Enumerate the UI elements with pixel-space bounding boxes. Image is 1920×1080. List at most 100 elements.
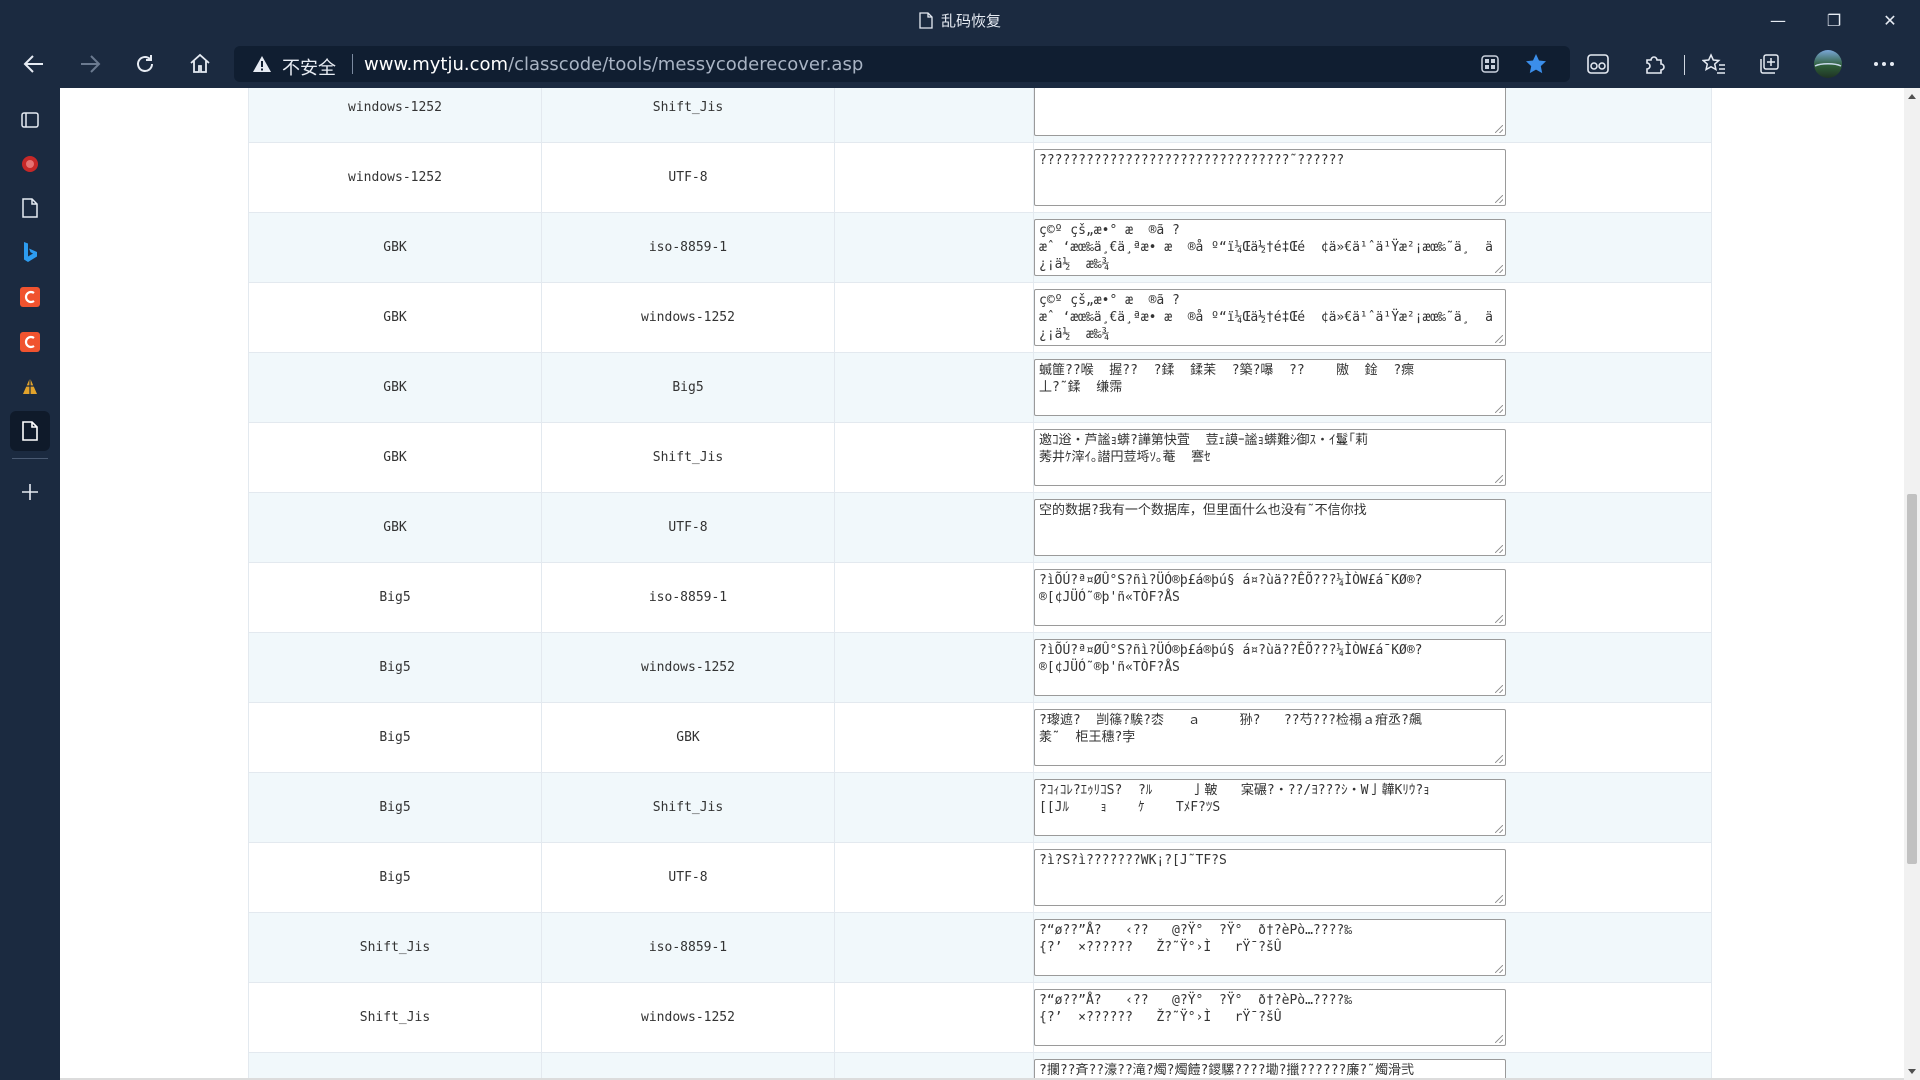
reload-button[interactable] [125,44,165,84]
target-encoding: iso-8859-1 [648,940,728,955]
scrollbar-thumb[interactable] [1907,494,1917,864]
result-textarea[interactable]: ?ìÕÚ?ª¤ØÛ°S?ñì?ÜÓ®þ£á®þú§ á¤?ùä??ÊÕ???¼Ì… [1034,569,1506,626]
tab-actions-icon [21,112,39,128]
spacer-cell [834,1052,1034,1078]
ellipsis-icon [1874,62,1894,66]
sidebar-tab-6[interactable] [10,367,50,407]
target-encoding-cell: UTF-8 [541,142,835,213]
source-encoding-cell: GBK [248,212,542,283]
source-encoding-cell: Shift_Jis [248,982,542,1053]
result-textarea[interactable]: 蝛篚??喉 握?? ?鍒 鍒苿 ?築?嚗 ?? 隞 鍂 ?瘝 丄?˜鍒 缣霈 [1034,359,1506,416]
scroll-up-arrow-icon[interactable] [1908,94,1916,99]
window-title-area: 乱码恢复 [0,0,1920,40]
target-encoding-cell: iso-8859-1 [541,912,835,983]
spacer-cell [834,772,1034,843]
result-textarea[interactable]: 邀ｺ逧・芦謐ｮ蠎?譁第快萓 荳ｪ謨ｰ謐ｮ蠎難ｼ御ｽ・ｲ鬘｢莉 莠井ｹ滓ｲ｡譛円荳… [1034,429,1506,486]
bing-icon [24,242,37,262]
results-table-body: windows-1252 Shift_Jis windows-1252 UTF-8??… [248,88,1712,1078]
title-bar: 乱码恢复 — ❐ ✕ [0,0,1920,40]
document-icon [919,11,933,29]
target-encoding: windows-1252 [641,660,735,675]
forward-button[interactable] [70,44,110,84]
target-encoding: windows-1252 [641,310,735,325]
result-cell: ?攔??斉??濠??滝?燭?燭饐?鑁騾????墈?擸??????廉?˜燭滑弐 燭… [1033,1052,1712,1078]
result-textarea[interactable]: 空的数据?我有一个数据库，但里面什么也没有˜不信你找 [1034,499,1506,556]
result-textarea[interactable]: ?“ø??”Å? ‹?? @?Ÿ° ?Ÿ° ð†?èPò…????‰ {?’ ×… [1034,989,1506,1046]
url-text[interactable]: www.mytju.com/classcode/tools/messycoder… [364,54,863,75]
extensions-button[interactable] [1634,44,1674,84]
puzzle-icon [1646,56,1665,74]
source-encoding-cell: GBK [248,282,542,353]
spacer-cell [834,632,1034,703]
sidebar-tab-active[interactable] [10,411,50,451]
result-cell: 空的数据?我有一个数据库，但里面什么也没有˜不信你找 [1033,492,1712,563]
target-encoding: Shift_Jis [652,100,724,115]
favorites-button[interactable] [1694,44,1734,84]
minimize-button[interactable]: — [1750,0,1806,40]
sidebar-tab-3[interactable] [10,232,50,272]
vertical-scrollbar[interactable] [1904,88,1920,1080]
close-button[interactable]: ✕ [1862,0,1918,40]
new-tab-button[interactable] [10,472,50,512]
source-encoding: Big5 [379,730,411,745]
warning-icon[interactable] [252,55,272,73]
close-icon: ✕ [1883,10,1897,30]
favorites-list-icon [1702,53,1725,74]
result-textarea[interactable]: ????????????????????????????????˜?????? [1034,149,1506,206]
security-label[interactable]: 不安全 [282,54,336,80]
spacer-cell [834,422,1034,493]
result-textarea[interactable]: ?ì?S?ì???????WK¡?[J˜TF?S [1034,849,1506,906]
scroll-down-arrow-icon[interactable] [1908,1069,1916,1074]
address-divider [352,54,353,74]
home-button[interactable] [180,44,220,84]
result-textarea[interactable]: ç©º çš„æ•° æ ®ã ? æˆ ‘æœ‰ä¸€ä¸ªæ• æ ®å º… [1034,219,1506,276]
sidebar-divider [12,458,48,459]
c-site-icon [20,287,40,307]
back-button[interactable] [14,44,54,84]
star-icon[interactable] [1524,52,1548,76]
table-row: GBK Shift_Jis 邀ｺ逧・芦謐ｮ蠎?譁第快萓 荳ｪ謨ｰ謐ｮ蠎難ｼ御ｽ・ｲ鬘… [248,422,1712,493]
result-textarea[interactable]: ?“ø??”Å? ‹?? @?Ÿ° ?Ÿ° ð†?èPò…????‰ {?’ ×… [1034,919,1506,976]
url-path: /classcode/tools/messycoderecover.asp [508,54,864,75]
url-host: www.mytju.com [364,54,509,75]
table-row: Big5 iso-8859-1 ?ìÕÚ?ª¤ØÛ°S?ñì?ÜÓ®þ£á®þú§ … [248,562,1712,633]
collections-button[interactable] [1749,44,1789,84]
target-encoding: iso-8859-1 [648,590,728,605]
more-options-button[interactable] [1864,44,1904,84]
target-encoding-cell: UTF-8 [541,492,835,563]
address-bar[interactable]: 不安全 www.mytju.com/classcode/tools/messyc… [234,46,1570,82]
reading-glasses-icon [1587,54,1609,74]
profile-button[interactable] [1808,44,1848,84]
target-encoding-cell: Shift_Jis [541,88,835,143]
result-textarea[interactable]: ?ìÕÚ?ª¤ØÛ°S?ñì?ÜÓ®þ£á®þú§ á¤?ùä??ÊÕ???¼Ì… [1034,639,1506,696]
tab-actions-button[interactable] [10,100,50,140]
target-encoding-cell: iso-8859-1 [541,212,835,283]
target-encoding-cell: windows-1252 [541,982,835,1053]
result-textarea[interactable]: ?ｺｨｺﾚ?ｴｩﾘｺS? ?ﾙ 亅鞁 宲碾?・??/ﾖ???ｼ・W亅韡Kﾘｳ?ｮ… [1034,779,1506,836]
restore-button[interactable]: ❐ [1806,0,1862,40]
source-encoding: GBK [383,310,407,325]
result-textarea[interactable]: ?瓈遮? 剀篠?騃?枩 ａ 狲? ??芍???检禢ａ疳丞?飆 羕˜ 柜王穗?孛 [1034,709,1506,766]
target-encoding: UTF-8 [668,870,708,885]
sidebar-tab-2[interactable] [10,188,50,228]
source-encoding: Big5 [379,590,411,605]
sidebar-tab-4[interactable] [10,277,50,317]
spacer-cell [834,352,1034,423]
result-textarea[interactable] [1034,88,1506,136]
spacer-cell [834,88,1034,143]
source-encoding-cell: Shift_Jis [248,1052,542,1078]
source-encoding: Big5 [379,870,411,885]
app-grid-icon[interactable] [1480,54,1500,74]
result-cell: 蝛篚??喉 握?? ?鍒 鍒苿 ?築?嚗 ?? 隞 鍂 ?瘝 丄?˜鍒 缣霈 [1033,352,1712,423]
c-site-icon-2 [20,332,40,352]
sidebar-tab-1[interactable] [10,144,50,184]
reading-mode-button[interactable] [1578,44,1618,84]
spacer-cell [834,212,1034,283]
result-textarea[interactable]: ?攔??斉??濠??滝?燭?燭饐?鑁騾????墈?擸??????廉?˜燭滑弐 燭… [1034,1059,1506,1078]
result-textarea[interactable]: ç©º çš„æ•° æ ®ã ? æˆ ‘æœ‰ä¸€ä¸ªæ• æ ®å º… [1034,289,1506,346]
restore-icon: ❐ [1826,10,1842,30]
result-cell: ?瓈遮? 剀篠?騃?枩 ａ 狲? ??芍???检禢ａ疳丞?飆 羕˜ 柜王穗?孛 [1033,702,1712,773]
arrow-left-icon [23,55,43,73]
sidebar-tab-5[interactable] [10,322,50,362]
red-site-icon [22,156,38,172]
